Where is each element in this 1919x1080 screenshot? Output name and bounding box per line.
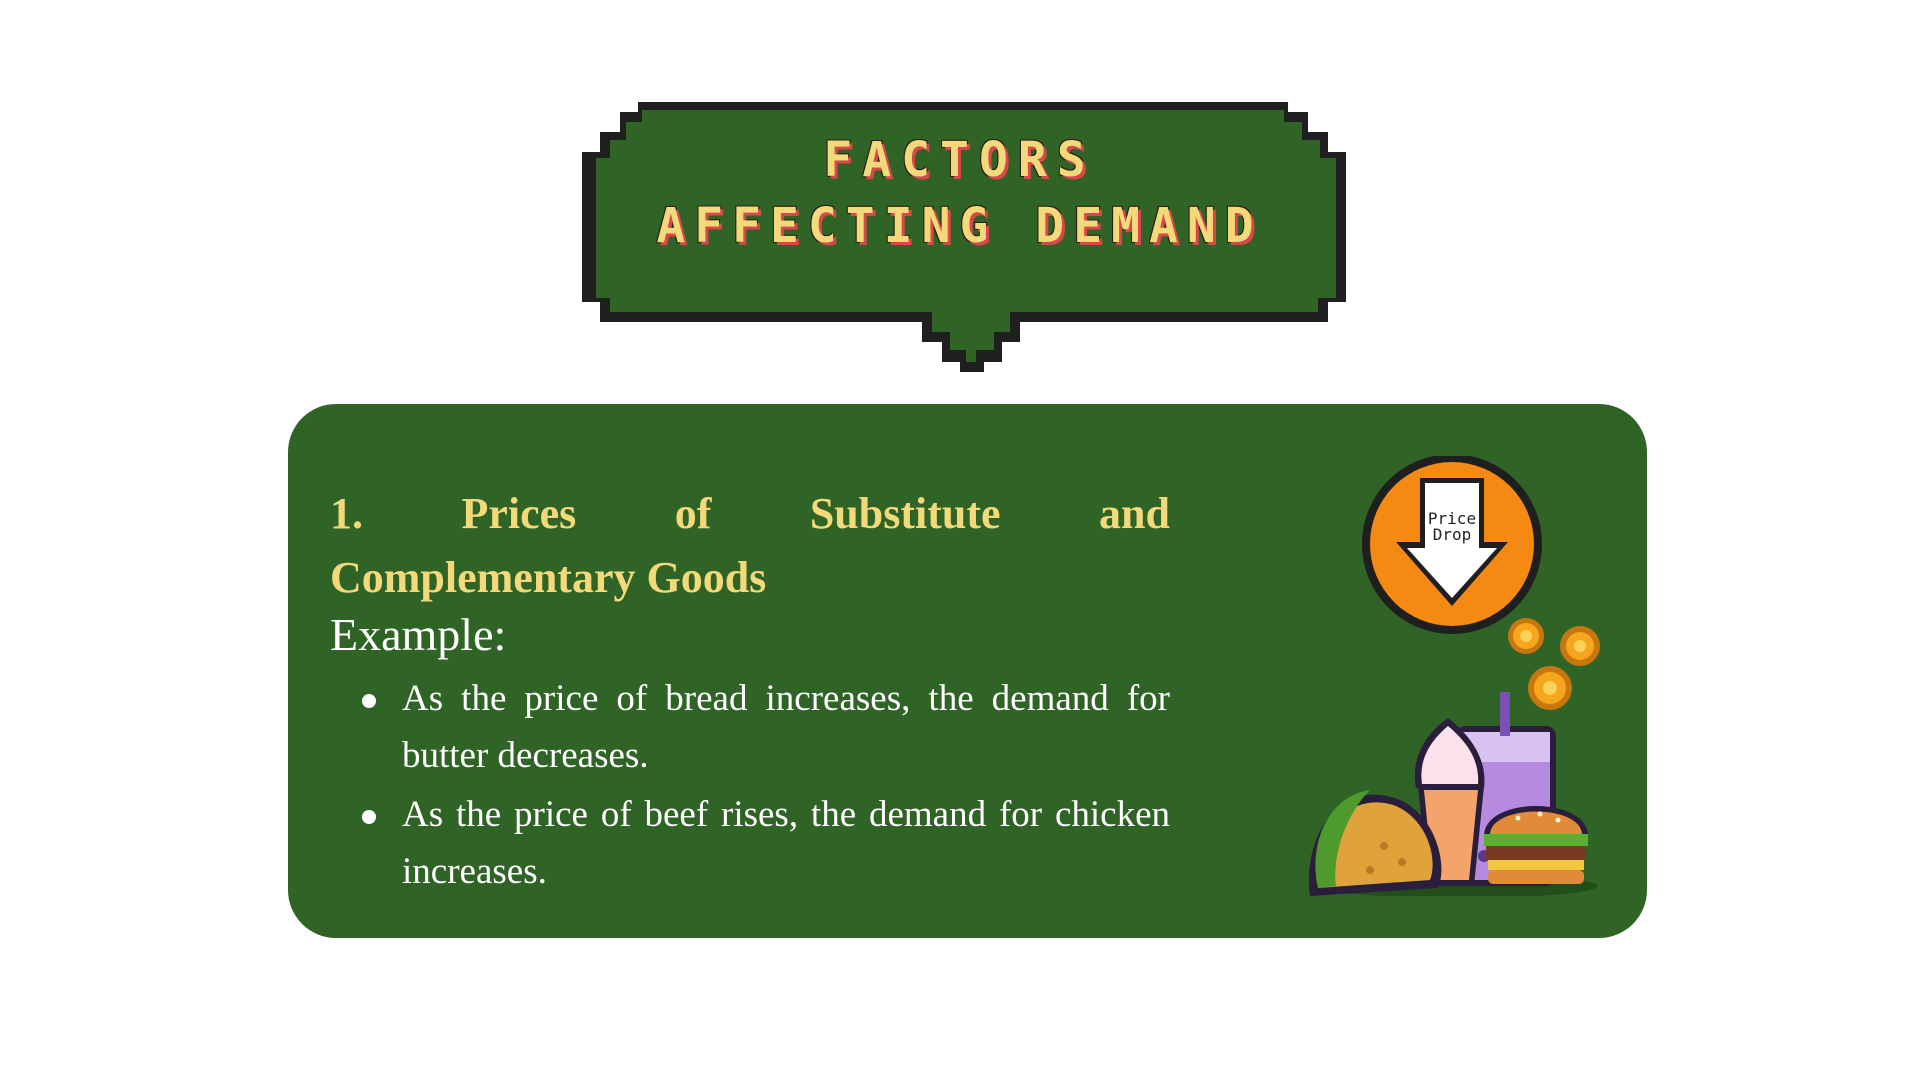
content-card: 1. Prices of Substitute and Complementar… (288, 404, 1647, 938)
badge-text-drop: Drop (1433, 525, 1472, 544)
burger-icon (1484, 806, 1588, 884)
title-line-2: AFFECTING DEMAND (656, 198, 1263, 254)
heading-word: Substitute (809, 489, 1001, 538)
section-heading: 1. Prices of Substitute and Complementar… (330, 482, 1170, 610)
heading-row-2: Complementary Goods (330, 553, 767, 602)
list-item: As the price of beef rises, the demand f… (330, 786, 1170, 900)
heading-word: and (1099, 489, 1170, 538)
heading-word: 1. (330, 489, 363, 538)
example-label: Example: (330, 609, 507, 660)
heading-word: of (674, 489, 712, 538)
heading-word: Prices (461, 489, 577, 538)
title-bubble (582, 102, 1346, 372)
list-item: As the price of bread increases, the dem… (330, 670, 1170, 784)
price-drop-badge: Price Drop (1362, 456, 1542, 634)
title-line-1: FACTORS (823, 132, 1096, 188)
bullet-list: As the price of bread increases, the dem… (330, 670, 1170, 902)
heading-row-1: 1. Prices of Substitute and (330, 482, 1170, 546)
coin-icon (1508, 618, 1600, 710)
illustration: Price Drop (1308, 456, 1600, 896)
